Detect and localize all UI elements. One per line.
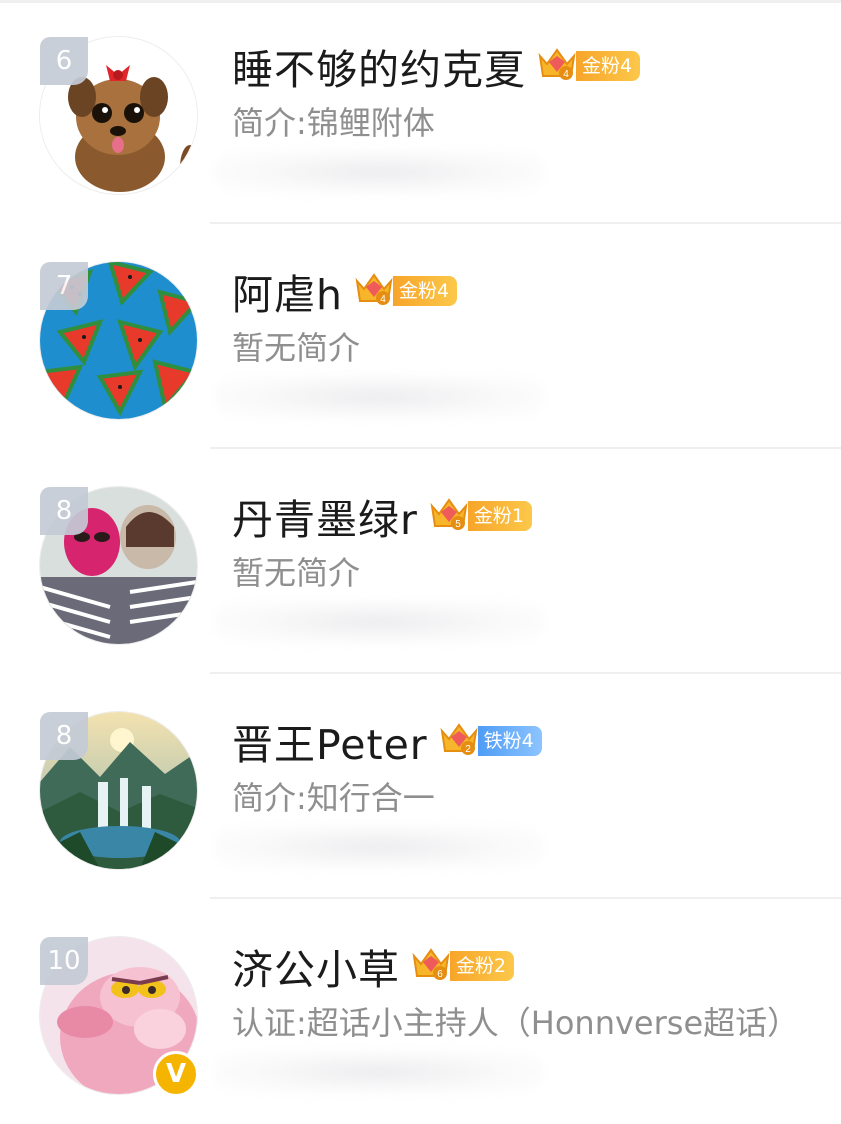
blurred-content: [214, 825, 544, 869]
name-line: 睡不够的约克夏 4 金粉4: [232, 36, 641, 96]
user-bio: 暂无简介: [232, 329, 361, 367]
row-divider: [210, 897, 841, 899]
fan-badge: 4 金粉4: [353, 273, 458, 306]
user-bio: 简介:锦鲤附体: [232, 104, 435, 142]
fan-badge: 4 金粉4: [536, 48, 641, 81]
fan-badge: 2 铁粉4: [438, 723, 542, 756]
svg-text:5: 5: [455, 519, 461, 530]
crown-icon: 2: [438, 717, 480, 759]
svg-text:4: 4: [563, 69, 569, 80]
crown-icon: 6: [410, 942, 452, 984]
user-name[interactable]: 丹青墨绿r: [232, 486, 418, 546]
fan-level-label: 金粉1: [467, 501, 532, 531]
fan-badge: 6 金粉2: [410, 948, 515, 981]
row-divider: [210, 447, 841, 449]
rank-badge: 8: [40, 712, 88, 760]
svg-text:4: 4: [380, 294, 386, 305]
fan-level-label: 金粉2: [450, 951, 515, 981]
verified-v-icon: V: [153, 1051, 199, 1097]
svg-text:6: 6: [437, 969, 443, 980]
user-name[interactable]: 阿虐h: [232, 261, 343, 321]
fan-badge: 5 金粉1: [428, 498, 532, 531]
fan-level-label: 金粉4: [576, 51, 641, 81]
rank-badge: 6: [40, 37, 88, 85]
blurred-content: [214, 1050, 544, 1094]
user-name[interactable]: 睡不够的约克夏: [232, 36, 526, 96]
row-divider: [210, 672, 841, 674]
fan-level-label: 铁粉4: [477, 726, 542, 756]
name-line: 晋王Peter 2 铁粉4: [232, 711, 542, 771]
name-line: 济公小草 6 金粉2: [232, 936, 515, 996]
fan-row[interactable]: 10 济公小草 6 金粉2 认证:超话小主持人（Honnverse超话）: [0, 900, 841, 1124]
row-divider: [210, 222, 841, 224]
fan-row[interactable]: 8 丹青墨绿r 5 金粉1 暂无简介: [0, 450, 841, 674]
fan-row[interactable]: 8 晋王Peter 2 铁粉4 简介:知行合一: [0, 675, 841, 899]
name-line: 阿虐h 4 金粉4: [232, 261, 458, 321]
fan-row[interactable]: 7 阿虐h 4 金粉4 暂无简介: [0, 225, 841, 449]
svg-text:2: 2: [465, 744, 471, 755]
crown-icon: 4: [536, 42, 578, 84]
blurred-content: [214, 375, 544, 419]
crown-icon: 4: [353, 267, 395, 309]
user-bio: 认证:超话小主持人（Honnverse超话）: [232, 1004, 800, 1042]
user-name[interactable]: 济公小草: [232, 936, 400, 996]
crown-icon: 5: [428, 492, 470, 534]
blurred-content: [214, 600, 544, 644]
name-line: 丹青墨绿r 5 金粉1: [232, 486, 532, 546]
user-bio: 暂无简介: [232, 554, 361, 592]
rank-badge: 10: [40, 937, 88, 985]
blurred-content: [214, 150, 544, 194]
rank-badge: 8: [40, 487, 88, 535]
fan-row[interactable]: 6 睡不够的约克夏 4 金粉4 简介:锦鲤附体: [0, 0, 841, 224]
user-name[interactable]: 晋王Peter: [232, 711, 428, 771]
rank-badge: 7: [40, 262, 88, 310]
fan-level-label: 金粉4: [393, 276, 458, 306]
user-bio: 简介:知行合一: [232, 779, 435, 817]
